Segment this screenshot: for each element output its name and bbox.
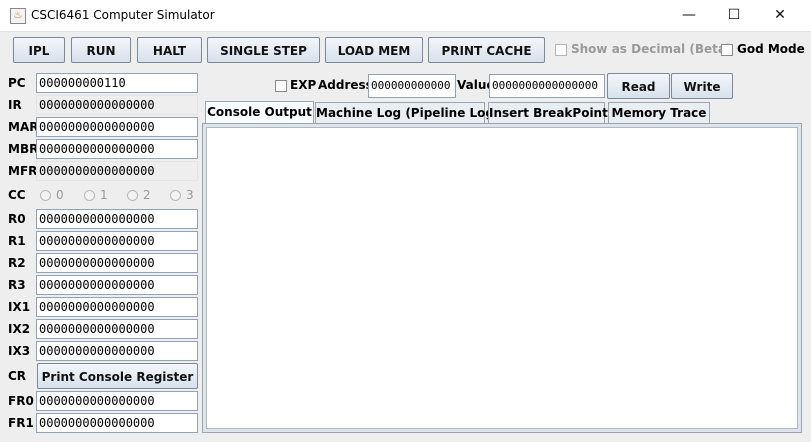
cc-radio-0-label: 0	[56, 188, 64, 202]
write-button[interactable]: Write	[671, 73, 733, 99]
ix3-label: IX3	[8, 344, 31, 358]
r1-label: R1	[8, 234, 26, 248]
god-mode-checkbox[interactable]	[721, 44, 733, 56]
mbr-field[interactable]: 0000000000000000	[36, 139, 198, 159]
console-panel	[202, 123, 802, 433]
r1-field[interactable]: 0000000000000000	[36, 231, 198, 251]
read-button[interactable]: Read	[607, 73, 670, 99]
cr-label: CR	[8, 369, 27, 383]
show-decimal-checkbox[interactable]	[555, 44, 567, 56]
mar-field[interactable]: 0000000000000000	[36, 117, 198, 137]
r3-label: R3	[8, 278, 26, 292]
show-decimal-label: Show as Decimal (Beta)	[571, 42, 732, 56]
title-bar: ♨ CSCI6461 Computer Simulator — ☐ ✕	[0, 0, 811, 32]
ix1-label: IX1	[8, 300, 31, 314]
ir-label: IR	[8, 98, 22, 112]
ipl-button[interactable]: IPL	[13, 37, 65, 63]
tab-machine-log[interactable]: Machine Log (Pipeline Log)	[315, 102, 500, 123]
ix2-field[interactable]: 0000000000000000	[36, 319, 198, 339]
cc-radio-3-label: 3	[186, 188, 194, 202]
tab-insert-breakpoint[interactable]: Insert BreakPoint	[488, 102, 608, 123]
address-label: Address	[318, 78, 373, 92]
fr0-label: FR0	[8, 394, 34, 408]
fr1-field[interactable]: 0000000000000000	[36, 413, 198, 433]
god-mode-label: God Mode	[737, 42, 805, 56]
pc-label: PC	[8, 76, 26, 90]
cc-label: CC	[8, 188, 26, 202]
java-app-icon: ♨	[10, 8, 26, 24]
mar-label: MAR	[8, 120, 39, 134]
mfr-field: 0000000000000000	[36, 161, 198, 181]
ix2-label: IX2	[8, 322, 31, 336]
exp-label: EXP	[290, 78, 317, 92]
r2-field[interactable]: 0000000000000000	[36, 253, 198, 273]
r3-field[interactable]: 0000000000000000	[36, 275, 198, 295]
ir-field: 0000000000000000	[36, 95, 198, 115]
exp-checkbox[interactable]	[275, 80, 287, 92]
maximize-button[interactable]: ☐	[711, 0, 757, 31]
console-output-area[interactable]	[206, 127, 798, 429]
close-button[interactable]: ✕	[757, 0, 803, 31]
window-title: CSCI6461 Computer Simulator	[31, 8, 215, 22]
print-cache-button[interactable]: PRINT CACHE	[428, 37, 545, 63]
fr1-label: FR1	[8, 416, 34, 430]
cc-radio-2-label: 2	[143, 188, 151, 202]
cc-radio-1[interactable]	[84, 190, 95, 201]
halt-button[interactable]: HALT	[137, 37, 202, 63]
cc-radio-1-label: 1	[100, 188, 108, 202]
r0-field[interactable]: 0000000000000000	[36, 209, 198, 229]
cc-radio-2[interactable]	[127, 190, 138, 201]
mfr-label: MFR	[8, 164, 38, 178]
r0-label: R0	[8, 212, 26, 226]
ix3-field[interactable]: 0000000000000000	[36, 341, 198, 361]
fr0-field[interactable]: 0000000000000000	[36, 391, 198, 411]
minimize-button[interactable]: —	[666, 0, 712, 31]
tab-console-output[interactable]: Console Output	[205, 101, 314, 124]
load-mem-button[interactable]: LOAD MEM	[325, 37, 423, 63]
exp-value-input[interactable]: 0000000000000000	[489, 74, 605, 98]
run-button[interactable]: RUN	[71, 37, 131, 63]
ix1-field[interactable]: 0000000000000000	[36, 297, 198, 317]
r2-label: R2	[8, 256, 26, 270]
print-console-register-button[interactable]: Print Console Register	[37, 363, 198, 389]
pc-field[interactable]: 000000000110	[36, 73, 198, 93]
cc-radio-0[interactable]	[40, 190, 51, 201]
mbr-label: MBR	[8, 142, 39, 156]
tab-memory-trace[interactable]: Memory Trace	[608, 102, 710, 123]
exp-address-input[interactable]: 000000000000	[368, 74, 456, 98]
single-step-button[interactable]: SINGLE STEP	[207, 37, 320, 63]
cc-radio-3[interactable]	[170, 190, 181, 201]
